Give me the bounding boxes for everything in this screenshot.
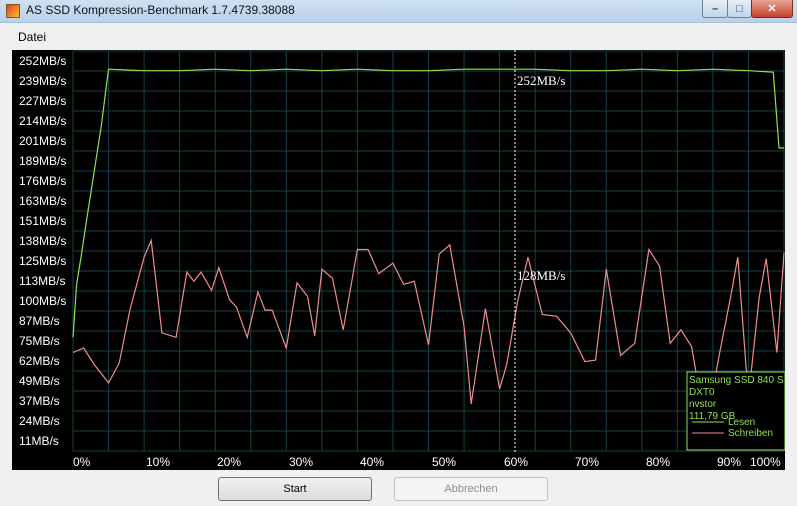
y-tick-label: 151MB/s — [19, 214, 66, 228]
y-tick-label: 100MB/s — [19, 294, 66, 308]
y-tick-label: 75MB/s — [19, 334, 60, 348]
minimize-button[interactable]: – — [702, 0, 728, 18]
app-logo-icon — [6, 4, 20, 18]
close-button[interactable]: ✕ — [751, 0, 793, 18]
start-button[interactable]: Start — [218, 477, 372, 501]
maximize-button[interactable]: □ — [727, 0, 752, 18]
y-tick-label: 189MB/s — [19, 154, 66, 168]
x-tick-label: 20% — [217, 455, 241, 469]
y-tick-label: 227MB/s — [19, 94, 66, 108]
y-tick-label: 252MB/s — [19, 54, 66, 68]
y-tick-label: 87MB/s — [19, 314, 60, 328]
legend-driver: nvstor — [689, 399, 717, 410]
close-icon: ✕ — [767, 3, 777, 15]
y-tick-label: 176MB/s — [19, 174, 66, 188]
legend-device: Samsung SSD 840 S — [689, 375, 784, 386]
menu-item-datei[interactable]: Datei — [18, 30, 46, 44]
x-tick-label: 50% — [432, 455, 456, 469]
y-tick-label: 49MB/s — [19, 374, 60, 388]
x-tick-label: 100% — [750, 455, 781, 469]
x-tick-label: 90% — [717, 455, 741, 469]
y-tick-label: 239MB/s — [19, 74, 66, 88]
y-tick-label: 214MB/s — [19, 114, 66, 128]
x-tick-label: 80% — [646, 455, 670, 469]
x-tick-label: 0% — [73, 455, 91, 469]
cursor-read-value: 252MB/s — [517, 73, 565, 88]
x-tick-label: 30% — [289, 455, 313, 469]
y-tick-label: 113MB/s — [19, 274, 65, 288]
y-tick-label: 138MB/s — [19, 234, 66, 248]
chart-canvas: 252MB/s 239MB/s 227MB/s 214MB/s 201MB/s 189MB… — [19, 50, 785, 469]
abort-button[interactable]: Abbrechen — [394, 477, 548, 501]
title-bar: AS SSD Kompression-Benchmark 1.7.4739.38… — [0, 0, 797, 23]
legend-write-label: Schreiben — [728, 428, 773, 439]
y-tick-label: 11MB/s — [19, 434, 59, 448]
maximize-icon: □ — [736, 3, 743, 15]
y-tick-label: 163MB/s — [19, 194, 66, 208]
cursor-write-value: 128MB/s — [517, 268, 565, 283]
benchmark-chart: 252MB/s 239MB/s 227MB/s 214MB/s 201MB/s 189MB… — [12, 50, 785, 470]
y-tick-label: 201MB/s — [19, 134, 66, 148]
y-tick-label: 125MB/s — [19, 254, 66, 268]
y-tick-label: 37MB/s — [19, 394, 60, 408]
minimize-icon: – — [711, 3, 719, 15]
y-tick-label: 62MB/s — [19, 354, 60, 368]
x-tick-label: 60% — [504, 455, 528, 469]
x-tick-label: 70% — [575, 455, 599, 469]
window-title: AS SSD Kompression-Benchmark 1.7.4739.38… — [26, 3, 295, 17]
y-tick-label: 24MB/s — [19, 414, 60, 428]
legend-read-label: Lesen — [728, 417, 755, 428]
x-tick-label: 40% — [360, 455, 384, 469]
legend-firmware: DXT0 — [689, 387, 715, 398]
x-tick-label: 10% — [146, 455, 170, 469]
menu-bar: Datei — [0, 23, 797, 49]
